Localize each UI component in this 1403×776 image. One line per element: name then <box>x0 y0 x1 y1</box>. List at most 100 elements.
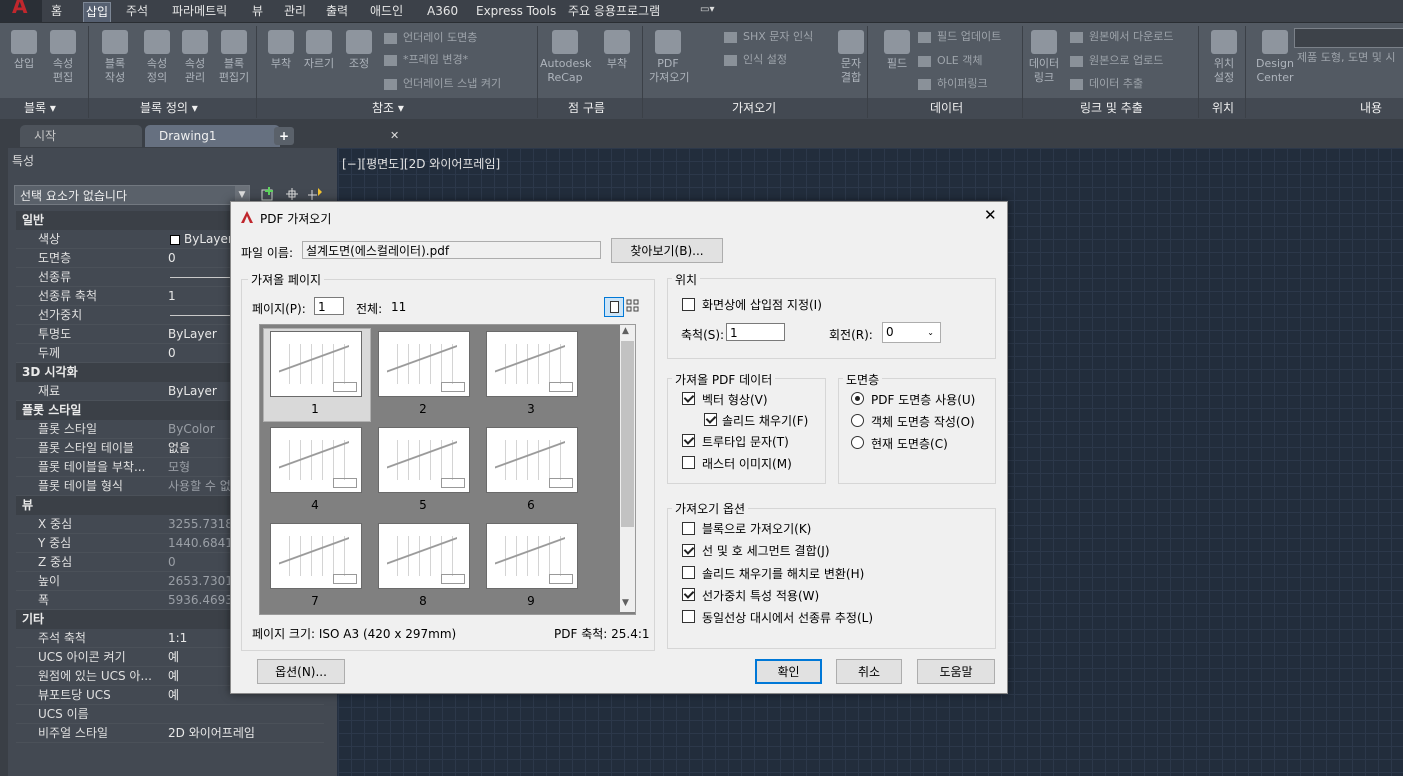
ribbon-small-item-1[interactable]: *프레임 변경* <box>384 52 468 68</box>
property-row[interactable]: 비주얼 스타일 2D 와이어프레임 <box>16 724 324 743</box>
close-icon[interactable]: ✕ <box>984 206 997 224</box>
ribbon-button-15[interactable]: 위치 설정 <box>1205 30 1243 85</box>
ribbon-button-10[interactable]: 부착 <box>598 30 636 71</box>
join-segments-checkbox[interactable] <box>682 544 695 557</box>
ribbon-small-item-0[interactable]: 언더레이 도면층 <box>384 30 477 46</box>
ribbon-button-12[interactable]: 문자 결합 <box>832 30 870 85</box>
file-tab-drawing1[interactable]: Drawing1 ✕ <box>145 125 399 147</box>
ribbon-small-item-9[interactable]: 원본으로 업로드 <box>1070 53 1163 69</box>
ribbon-button-16[interactable]: Design Center <box>1250 30 1300 85</box>
scrollbar-thumb[interactable] <box>621 341 634 527</box>
ribbon-button-14[interactable]: 데이터 링크 <box>1025 30 1063 85</box>
vector-checkbox[interactable] <box>682 392 695 405</box>
rotation-dropdown[interactable]: 0 ⌄ <box>882 322 941 343</box>
new-tab-button[interactable]: + <box>274 127 294 145</box>
page-thumbnail[interactable] <box>378 523 470 589</box>
ribbon-panel-label-7[interactable]: 위치 <box>1212 100 1234 117</box>
ribbon-panel-label-2[interactable]: 참조 ▾ <box>372 100 404 117</box>
truetype-checkbox[interactable] <box>682 434 695 447</box>
ribbon-small-item-7[interactable]: 하이퍼링크 <box>918 76 988 92</box>
ribbon-button-1[interactable]: 속성 편집 <box>44 30 82 85</box>
ribbon-tab-2[interactable]: 주석 <box>124 2 150 21</box>
page-number-input[interactable]: 1 <box>314 297 344 315</box>
ribbon-small-item-5[interactable]: 필드 업데이트 <box>918 29 1001 45</box>
ribbon-panel-label-5[interactable]: 데이터 <box>930 100 963 117</box>
toggle-pickadd-icon[interactable] <box>260 186 276 202</box>
ribbon-tab-3[interactable]: 파라메트릭 <box>170 2 229 21</box>
ribbon-small-item-10[interactable]: 데이터 추출 <box>1070 76 1143 92</box>
ribbon-button-4[interactable]: 속성 관리 <box>176 30 214 85</box>
ribbon-button-11[interactable]: PDF 가져오기 <box>649 30 689 85</box>
quick-select-icon[interactable] <box>308 186 324 202</box>
as-block-checkbox[interactable] <box>682 522 695 535</box>
page-thumbnail[interactable] <box>486 427 578 493</box>
raster-checkbox[interactable] <box>682 456 695 469</box>
ribbon-tab-7[interactable]: 애드인 <box>368 2 405 21</box>
ribbon-button-2[interactable]: 블록 작성 <box>96 30 134 85</box>
application-menu-button[interactable]: A <box>0 0 42 22</box>
design-center-search[interactable] <box>1294 28 1403 48</box>
infer-linetype-checkbox[interactable] <box>682 610 695 623</box>
scroll-up-icon[interactable]: ▲ <box>622 326 629 336</box>
file-tab-start[interactable]: 시작 <box>20 125 142 147</box>
options-button[interactable]: 옵션(N)... <box>257 659 345 684</box>
ribbon-button-6[interactable]: 부착 <box>262 30 300 71</box>
ribbon-tab-10[interactable]: 주요 응용프로그램 <box>566 2 662 21</box>
workspace-toggle-icon[interactable]: ▭▾ <box>700 4 722 18</box>
palette-title-strip[interactable] <box>0 148 8 776</box>
selection-dropdown[interactable]: 선택 요소가 없습니다 ▼ <box>14 185 250 205</box>
page-thumbnail[interactable] <box>378 331 470 397</box>
ribbon-panel-label-8[interactable]: 내용 <box>1360 100 1382 117</box>
cancel-button[interactable]: 취소 <box>836 659 902 684</box>
page-thumbnail[interactable] <box>270 331 362 397</box>
page-thumbnail[interactable] <box>270 427 362 493</box>
page-thumbnail[interactable] <box>270 523 362 589</box>
scroll-down-icon[interactable]: ▼ <box>622 598 629 608</box>
ribbon-small-item-6[interactable]: OLE 객체 <box>918 53 982 69</box>
ribbon-button-5[interactable]: 블록 편집기 <box>215 30 253 85</box>
browse-button[interactable]: 찾아보기(B)... <box>611 238 723 263</box>
page-thumbnail[interactable] <box>486 523 578 589</box>
fill-to-hatch-checkbox[interactable] <box>682 566 695 579</box>
ribbon-button-7[interactable]: 자르기 <box>300 30 338 71</box>
ok-button[interactable]: 확인 <box>755 659 822 684</box>
page-thumbnail-list[interactable]: 1 2 3 4 5 6 7 8 9 ▲ ▼ <box>259 324 636 615</box>
ribbon-button-9[interactable]: Autodesk ReCap <box>540 30 591 85</box>
ribbon-small-item-4[interactable]: 인식 설정 <box>724 52 787 68</box>
ribbon-button-3[interactable]: 속성 정의 <box>138 30 176 85</box>
page-thumbnail[interactable] <box>378 427 470 493</box>
ribbon-panel-label-1[interactable]: 블록 정의 ▾ <box>140 100 198 117</box>
ribbon-panel-label-4[interactable]: 가져오기 <box>732 100 776 117</box>
ribbon-tab-6[interactable]: 출력 <box>324 2 350 21</box>
thumbnail-scrollbar[interactable]: ▲ ▼ <box>620 325 635 612</box>
specify-onscreen-checkbox[interactable] <box>682 298 695 311</box>
ribbon-tab-8[interactable]: A360 <box>425 2 460 21</box>
layer-pdf-radio[interactable] <box>851 392 864 405</box>
ribbon-small-item-8[interactable]: 원본에서 다운로드 <box>1070 29 1173 45</box>
property-row[interactable]: UCS 이름 <box>16 705 324 724</box>
solid-fill-checkbox[interactable] <box>704 413 717 426</box>
single-page-view-icon[interactable] <box>604 297 624 317</box>
ribbon-tab-0[interactable]: 홈 <box>49 2 64 21</box>
ribbon-tab-5[interactable]: 관리 <box>282 2 308 21</box>
ribbon-tab-1[interactable]: 삽입 <box>83 2 112 22</box>
help-button[interactable]: 도움말 <box>917 659 995 684</box>
viewport-controls-label[interactable]: [−][평면도][2D 와이어프레임] <box>342 155 500 172</box>
page-thumbnail[interactable] <box>486 331 578 397</box>
thumbnail-grid-view-icon[interactable] <box>624 297 642 315</box>
close-icon[interactable]: ✕ <box>390 125 399 147</box>
apply-lineweight-checkbox[interactable] <box>682 588 695 601</box>
ribbon-tab-4[interactable]: 뷰 <box>250 2 265 21</box>
ribbon-button-0[interactable]: 삽입 <box>5 30 43 71</box>
ribbon-panel-label-6[interactable]: 링크 및 추출 <box>1080 100 1143 117</box>
ribbon-panel-label-3[interactable]: 점 구름 <box>568 100 605 117</box>
layer-current-radio[interactable] <box>851 436 864 449</box>
ribbon-small-item-2[interactable]: 언더레이트 스냅 켜기 <box>384 76 501 92</box>
scale-input[interactable]: 1 <box>726 323 785 341</box>
select-objects-icon[interactable] <box>284 186 300 202</box>
ribbon-tab-9[interactable]: Express Tools <box>474 2 558 21</box>
ribbon-panel-label-0[interactable]: 블록 ▾ <box>24 100 56 117</box>
layer-object-radio[interactable] <box>851 414 864 427</box>
ribbon-button-8[interactable]: 조정 <box>340 30 378 71</box>
ribbon-small-item-3[interactable]: SHX 문자 인식 <box>724 29 813 45</box>
